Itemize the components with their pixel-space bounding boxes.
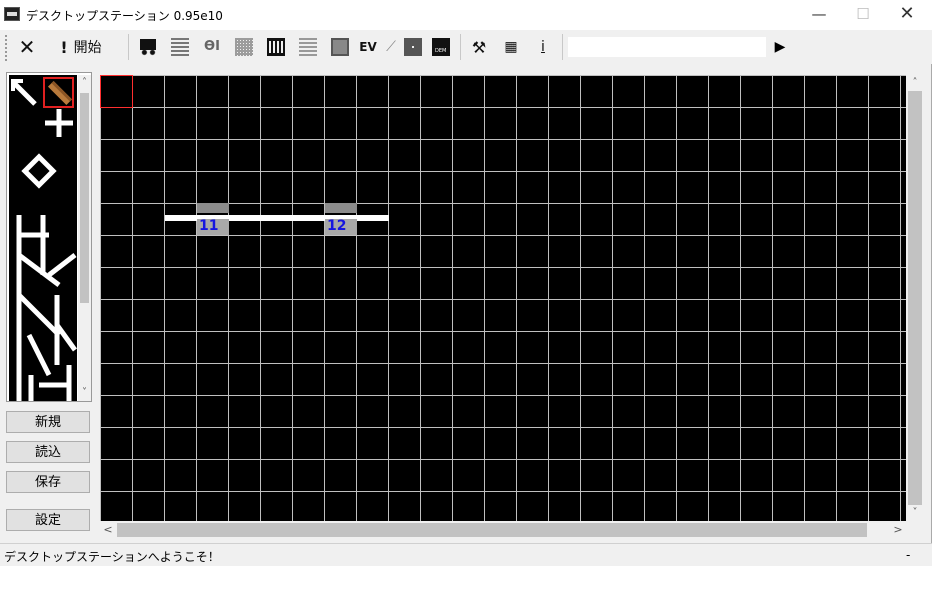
scroll-thumb[interactable]: [80, 93, 89, 303]
block-sensor[interactable]: 12: [325, 203, 357, 235]
new-button[interactable]: 新規: [6, 411, 90, 433]
palette-parts-svg: [11, 79, 77, 401]
rail-switch-icon: [17, 293, 61, 337]
rail-branch-icon: [54, 323, 77, 352]
save-button[interactable]: 保存: [6, 471, 90, 493]
dem-icon[interactable]: [432, 38, 450, 56]
rail-diagonal-icon-2: [47, 253, 77, 277]
tiles-icon[interactable]: [404, 38, 422, 56]
info-icon[interactable]: i: [532, 34, 554, 60]
toolbar-separator: [128, 34, 129, 60]
hammer-icon[interactable]: ⚒: [468, 34, 490, 60]
scroll-up-button[interactable]: ˄: [78, 75, 91, 91]
toolbar: ✕ ! 開始 ϴI EV ⟋ ⚒ ▦ i ▶: [0, 30, 932, 64]
exclamation-icon: !: [60, 37, 68, 57]
stop-button[interactable]: ✕: [14, 34, 40, 60]
scroll-right-button[interactable]: >: [890, 521, 906, 539]
signal-icon[interactable]: ⟋: [382, 38, 400, 56]
rail-icon[interactable]: [267, 38, 285, 56]
command-input[interactable]: [568, 37, 766, 57]
scroll-left-button[interactable]: <: [100, 521, 116, 539]
maximize-button[interactable]: ☐: [840, 0, 886, 30]
layout-board[interactable]: 11 12: [100, 75, 906, 521]
toolbar-grip[interactable]: [5, 35, 7, 61]
diamond-icon: [21, 153, 57, 189]
window-title: デスクトップステーション 0.95e10: [26, 9, 223, 23]
app-icon: [4, 7, 20, 21]
start-label: 開始: [73, 40, 102, 56]
load-button[interactable]: 読込: [6, 441, 90, 463]
select-arrow-icon: [12, 81, 37, 106]
toolbar-separator: [460, 34, 461, 60]
scroll-thumb[interactable]: [908, 91, 922, 505]
block-number: 11: [199, 218, 219, 234]
settings-button[interactable]: 設定: [6, 509, 90, 531]
app-window: デスクトップステーション 0.95e10 — ☐ ✕ ✕ ! 開始 ϴI EV …: [0, 0, 932, 566]
board-horizontal-scrollbar[interactable]: < >: [100, 521, 906, 539]
status-indicator: -: [906, 548, 911, 562]
coupler-icon[interactable]: ϴI: [203, 38, 221, 56]
selected-tool-frame: [43, 77, 74, 108]
scroll-down-button[interactable]: ˅: [906, 505, 924, 521]
minimize-button[interactable]: —: [796, 0, 842, 30]
block-top: [197, 203, 229, 213]
title-bar: デスクトップステーション 0.95e10 — ☐ ✕: [0, 0, 932, 30]
board-vertical-scrollbar[interactable]: ˄ ˅: [906, 75, 924, 521]
palette-canvas[interactable]: [9, 75, 77, 401]
scroll-up-button[interactable]: ˄: [906, 75, 924, 91]
stack-icon[interactable]: [171, 38, 189, 56]
toolbar-separator: [562, 34, 563, 60]
list-icon[interactable]: [299, 38, 317, 56]
start-button[interactable]: ! 開始: [52, 34, 110, 60]
scroll-thumb[interactable]: [117, 523, 867, 537]
calculator-icon[interactable]: ▦: [500, 34, 522, 60]
grid-icon[interactable]: [235, 38, 253, 56]
ev-button[interactable]: EV: [358, 34, 378, 60]
train-icon[interactable]: [139, 38, 157, 56]
block-number: 12: [327, 218, 347, 234]
scroll-down-button[interactable]: ˅: [78, 385, 91, 401]
palette-scrollbar[interactable]: ˄ ˅: [78, 75, 91, 401]
block-top: [325, 203, 357, 213]
block-sensor[interactable]: 11: [197, 203, 229, 235]
status-bar: デスクトップステーションへようこそ！ -: [0, 543, 932, 566]
chip-icon[interactable]: [331, 38, 349, 56]
rail-cross-icon: [26, 333, 52, 377]
cursor-cell: [100, 75, 133, 108]
status-message: デスクトップステーションへようこそ！: [4, 550, 220, 564]
close-window-button[interactable]: ✕: [884, 0, 930, 30]
parts-palette: ˄ ˅: [6, 72, 92, 402]
board-grid: [100, 75, 906, 521]
run-button[interactable]: ▶: [770, 36, 790, 58]
